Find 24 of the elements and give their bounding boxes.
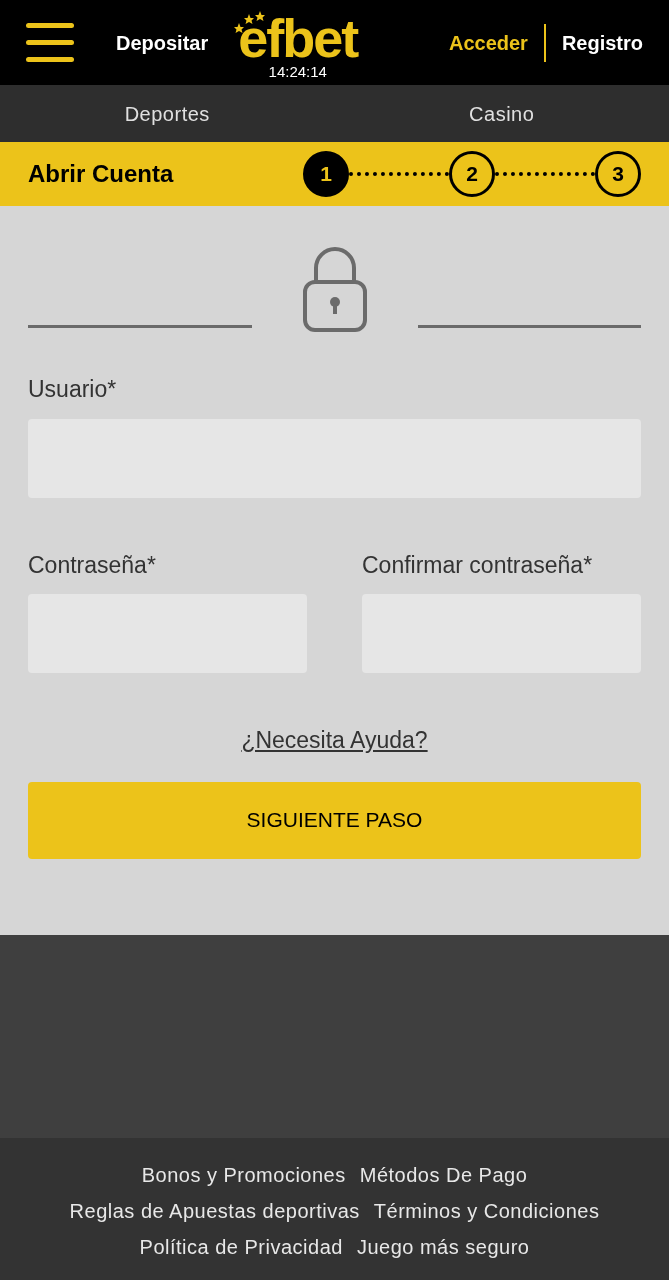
step-indicator: 2 (449, 151, 495, 197)
step-indicator: 1 (303, 151, 349, 197)
help-link[interactable]: ¿Necesita Ayuda? (241, 723, 428, 758)
footer-link[interactable]: Juego más seguro (356, 1234, 530, 1260)
login-link[interactable]: Acceder (448, 27, 528, 58)
step-indicator: 3 (595, 151, 641, 197)
register-link[interactable]: Registro (561, 27, 643, 58)
logo[interactable]: efbet (238, 12, 358, 63)
nav-link[interactable]: Casino (469, 98, 535, 129)
footer-link[interactable]: Métodos De Pago (359, 1162, 528, 1188)
menu-icon[interactable] (26, 23, 74, 62)
footer-link[interactable]: Bonos y Promociones (141, 1162, 346, 1188)
clock-time: 14:24:14 (268, 62, 327, 81)
lock-icon (301, 244, 368, 334)
password-label: Contraseña* (28, 550, 157, 580)
deposit-link[interactable]: Depositar (116, 27, 209, 58)
nav-link[interactable]: Deportes (124, 98, 210, 129)
username-label: Usuario* (28, 375, 118, 404)
next-step-button[interactable]: SIGUIENTE PASO (28, 781, 641, 859)
footer-link[interactable]: Términos y Condiciones (373, 1198, 600, 1224)
footer-link[interactable]: Política de Privacidad (139, 1234, 343, 1260)
confirm-password-label: Confirmar contraseña* (362, 550, 594, 580)
page-title: Abrir Cuenta (28, 159, 174, 189)
footer-link[interactable]: Reglas de Apuestas deportivas (69, 1198, 360, 1224)
